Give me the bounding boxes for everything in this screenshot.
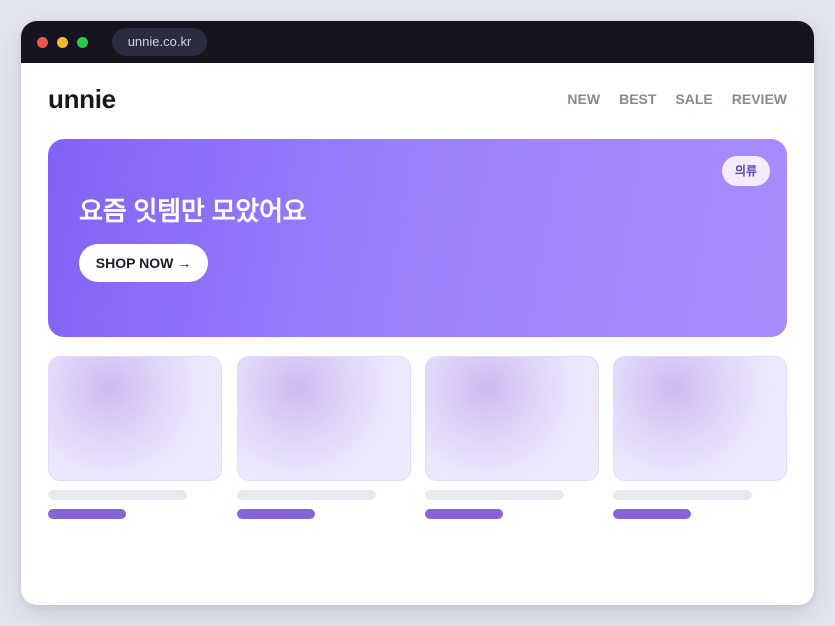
product-image-placeholder (613, 356, 787, 481)
category-badge: 의류 (722, 156, 770, 186)
product-price-placeholder (425, 509, 503, 519)
product-card[interactable] (48, 356, 222, 519)
product-title-placeholder (613, 490, 752, 500)
hero-title: 요즘 잇템만 모았어요 (79, 196, 307, 226)
address-bar[interactable]: unnie.co.kr (112, 28, 207, 56)
product-title-placeholder (48, 490, 187, 500)
product-title-placeholder (425, 490, 564, 500)
product-price-placeholder (237, 509, 315, 519)
product-image-placeholder (425, 356, 599, 481)
main-nav: NEW BEST SALE REVIEW (567, 90, 787, 108)
maximize-window-button[interactable] (77, 37, 88, 48)
browser-window: unnie.co.kr unnie NEW BEST SALE REVIEW 의… (21, 21, 814, 605)
product-card[interactable] (425, 356, 599, 519)
site-logo[interactable]: unnie (48, 84, 116, 114)
product-card[interactable] (613, 356, 787, 519)
minimize-window-button[interactable] (57, 37, 68, 48)
product-price-placeholder (613, 509, 691, 519)
hero-banner: 의류 요즘 잇템만 모았어요 SHOP NOW → (48, 139, 787, 337)
close-window-button[interactable] (37, 37, 48, 48)
nav-sale[interactable]: SALE (675, 90, 712, 108)
nav-best[interactable]: BEST (619, 90, 656, 108)
product-image-placeholder (48, 356, 222, 481)
nav-new[interactable]: NEW (567, 90, 600, 108)
browser-titlebar: unnie.co.kr (21, 21, 814, 63)
nav-review[interactable]: REVIEW (732, 90, 787, 108)
product-card[interactable] (237, 356, 411, 519)
product-grid (48, 356, 787, 526)
product-title-placeholder (237, 490, 376, 500)
shop-now-button[interactable]: SHOP NOW → (79, 244, 208, 282)
product-image-placeholder (237, 356, 411, 481)
product-price-placeholder (48, 509, 126, 519)
